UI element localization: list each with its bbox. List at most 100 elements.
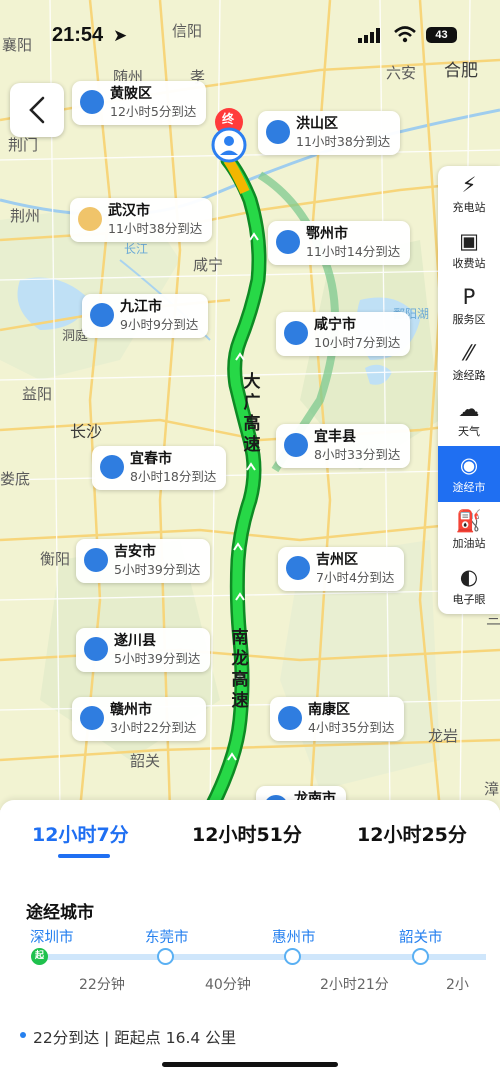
via-city-shaoguan[interactable]: 韶关市 bbox=[399, 926, 443, 947]
back-arrow-icon bbox=[29, 96, 45, 124]
place-label: 龙岩 bbox=[428, 727, 459, 745]
via-city-card[interactable]: 鄂州市 11小时14分到达 bbox=[268, 221, 411, 265]
tool-gas-station[interactable]: ⛽ 加油站 bbox=[438, 502, 500, 558]
tool-toll-station[interactable]: ▣ 收费站 bbox=[438, 222, 500, 278]
arrival-time: 7小时4分到达 bbox=[316, 570, 395, 585]
tool-service-area[interactable]: P 服务区 bbox=[438, 278, 500, 334]
place-label: 长江 bbox=[124, 242, 149, 256]
city-icon bbox=[80, 90, 104, 114]
via-city-card[interactable]: 宜丰县 8小时33分到达 bbox=[276, 424, 411, 468]
arrival-time: 12小时5分到达 bbox=[110, 104, 197, 119]
via-city-dongguan[interactable]: 东莞市 bbox=[145, 926, 189, 947]
city-icon bbox=[84, 637, 108, 661]
via-city-card[interactable]: 赣州市 3小时22分到达 bbox=[72, 697, 207, 741]
tool-speed-camera[interactable]: ◐ 电子眼 bbox=[438, 558, 500, 614]
tool-label: 服务区 bbox=[452, 313, 486, 326]
tool-charging-station[interactable]: ⚡ 充电站 bbox=[438, 166, 500, 222]
tool-label: 电子眼 bbox=[452, 593, 486, 606]
place-label: 益阳 bbox=[22, 385, 53, 403]
place-label: 咸宁 bbox=[193, 256, 224, 274]
camera-icon: ◐ bbox=[459, 565, 479, 589]
place-label: 漳 bbox=[484, 780, 500, 798]
city-name: 遂川县 bbox=[114, 633, 156, 649]
via-city-card[interactable]: 吉州区 7小时4分到达 bbox=[278, 547, 405, 591]
battery-icon: 43 bbox=[426, 27, 457, 43]
route-tab-1[interactable]: 12小时7分 bbox=[32, 820, 129, 847]
service-area-icon: P bbox=[462, 285, 476, 309]
map-toolbar: ⚡ 充电站 ▣ 收费站 P 服务区 ⁄⁄ 途经路 ☁ 天气 ◉ 途经市 ⛽ 加油站 ◐ 电子眼 bbox=[438, 166, 500, 614]
wifi-icon bbox=[394, 26, 416, 43]
segment-duration: 40分钟 bbox=[205, 977, 251, 993]
via-city-card[interactable]: 咸宁市 10小时7分到达 bbox=[276, 312, 411, 356]
city-name: 赣州市 bbox=[110, 702, 152, 718]
segment-duration: 2小时21分 bbox=[320, 977, 389, 993]
via-city-card[interactable]: 洪山区 11小时38分到达 bbox=[258, 111, 401, 155]
city-name: 九江市 bbox=[120, 299, 162, 315]
via-city-card[interactable]: 南康区 4小时35分到达 bbox=[270, 697, 405, 741]
route-panel: 12小时7分 12小时51分 12小时25分 途经城市 深圳市 东莞市 惠州市 … bbox=[0, 800, 500, 1070]
arrival-time: 8小时33分到达 bbox=[314, 447, 401, 462]
charging-icon: ⚡ bbox=[461, 173, 477, 197]
arrival-time: 9小时9分到达 bbox=[120, 317, 199, 332]
route-tab-2[interactable]: 12小时51分 bbox=[192, 820, 302, 847]
place-label: 荆州 bbox=[10, 207, 41, 225]
location-arrow-icon: ➤ bbox=[113, 26, 128, 46]
arrival-time: 5小时39分到达 bbox=[114, 651, 201, 666]
timeline-dot bbox=[284, 948, 301, 965]
tool-label: 充电站 bbox=[452, 201, 486, 214]
weather-icon: ☁ bbox=[458, 397, 480, 421]
highway-label: 南龙高速 bbox=[231, 628, 249, 711]
tool-label: 加油站 bbox=[452, 537, 486, 550]
arrival-time: 8小时18分到达 bbox=[130, 469, 217, 484]
timeline-dot bbox=[157, 948, 174, 965]
place-label: 荆门 bbox=[8, 136, 39, 154]
back-button[interactable] bbox=[10, 83, 64, 137]
route-map[interactable]: 襄阳 信阳 六安 合肥 荆门 荆州 咸宁 长江 益阳 长沙 衡阳 韶关 龙岩 洞… bbox=[0, 0, 500, 810]
city-icon bbox=[286, 556, 310, 580]
tool-weather[interactable]: ☁ 天气 bbox=[438, 390, 500, 446]
via-city-huizhou[interactable]: 惠州市 bbox=[272, 926, 316, 947]
tool-label: 天气 bbox=[458, 425, 480, 438]
city-name: 南康区 bbox=[308, 702, 350, 718]
status-bar: 21:54 ➤ 43 bbox=[0, 0, 500, 60]
city-name: 洪山区 bbox=[296, 116, 338, 132]
destination-label: 终 bbox=[222, 112, 235, 126]
tool-label: 收费站 bbox=[452, 257, 486, 270]
tool-label: 途经路 bbox=[452, 369, 486, 382]
arrival-time: 10小时7分到达 bbox=[314, 335, 401, 350]
city-icon bbox=[100, 455, 124, 479]
via-city-card[interactable]: 九江市 9小时9分到达 bbox=[82, 294, 209, 338]
arrival-time: 3小时22分到达 bbox=[110, 720, 197, 735]
city-name: 吉安市 bbox=[114, 544, 156, 560]
city-icon: ◉ bbox=[459, 453, 479, 477]
city-name: 武汉市 bbox=[108, 203, 150, 219]
via-city-card[interactable]: 宜春市 8小时18分到达 bbox=[92, 446, 227, 490]
city-icon bbox=[90, 303, 114, 327]
via-city-card[interactable]: 黄陂区 12小时5分到达 bbox=[72, 81, 207, 125]
arrival-time: 11小时38分到达 bbox=[296, 134, 391, 149]
toll-icon: ▣ bbox=[459, 229, 479, 253]
segment-duration: 2小 bbox=[446, 977, 469, 993]
route-tab-3[interactable]: 12小时25分 bbox=[357, 820, 467, 847]
tool-via-city[interactable]: ◉ 途经市 bbox=[438, 446, 500, 502]
arrival-time: 11小时14分到达 bbox=[306, 244, 401, 259]
via-city-card[interactable]: 吉安市 5小时39分到达 bbox=[76, 539, 211, 583]
road-icon: ⁄⁄ bbox=[465, 341, 473, 365]
timeline-dot bbox=[412, 948, 429, 965]
arrival-time: 5小时39分到达 bbox=[114, 562, 201, 577]
via-city-card[interactable]: 遂川县 5小时39分到达 bbox=[76, 628, 211, 672]
city-icon bbox=[276, 230, 300, 254]
city-icon bbox=[78, 207, 102, 231]
via-city-shenzhen[interactable]: 深圳市 bbox=[30, 926, 74, 947]
highway-label: 大广高速 bbox=[243, 372, 261, 455]
status-time: 21:54 bbox=[52, 24, 104, 46]
start-marker: 起 bbox=[31, 948, 48, 965]
arrival-summary: 22分到达 | 距起点 16.4 公里 bbox=[33, 1029, 237, 1047]
home-indicator[interactable] bbox=[162, 1062, 338, 1067]
tool-via-road[interactable]: ⁄⁄ 途经路 bbox=[438, 334, 500, 390]
city-icon bbox=[84, 548, 108, 572]
place-label: 韶关 bbox=[130, 752, 161, 770]
city-icon bbox=[266, 120, 290, 144]
arrival-time: 11小时38分到达 bbox=[108, 221, 203, 236]
via-city-card[interactable]: 武汉市 11小时38分到达 bbox=[70, 198, 213, 242]
